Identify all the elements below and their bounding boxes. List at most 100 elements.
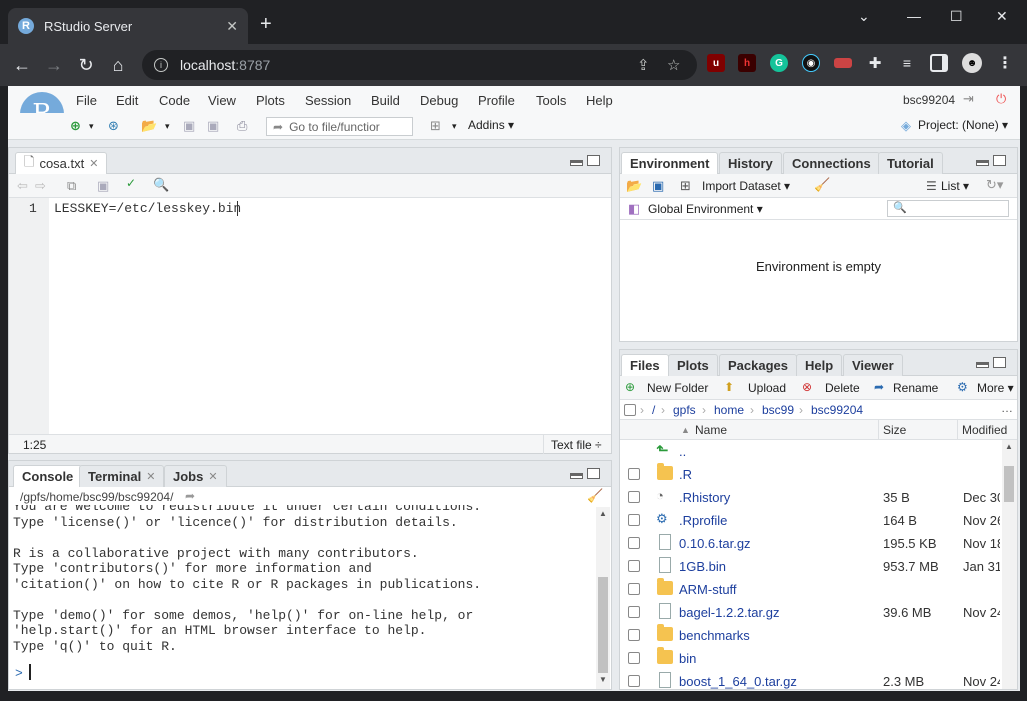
save-source-icon[interactable]: ▣ bbox=[97, 178, 109, 194]
share-icon[interactable]: ⇪ bbox=[637, 56, 650, 74]
menu-tools[interactable]: Tools bbox=[536, 93, 566, 108]
row-checkbox[interactable] bbox=[628, 537, 640, 549]
minimize-icon[interactable]: — bbox=[907, 8, 921, 24]
row-checkbox[interactable] bbox=[628, 560, 640, 572]
select-all-checkbox[interactable] bbox=[624, 404, 636, 416]
scroll-up-icon[interactable]: ▲ bbox=[599, 509, 607, 518]
side-panel-icon[interactable] bbox=[930, 54, 948, 72]
open-file-icon[interactable]: 📂 bbox=[141, 118, 157, 134]
tab-packages[interactable]: Packages bbox=[719, 354, 797, 376]
close-window-icon[interactable]: ✕ bbox=[996, 8, 1008, 25]
forward-icon[interactable]: → bbox=[42, 53, 66, 77]
row-checkbox[interactable] bbox=[628, 629, 640, 641]
table-row[interactable]: bin bbox=[620, 647, 1000, 670]
environment-minmax[interactable] bbox=[976, 155, 1006, 166]
table-row[interactable]: boost_1_64_0.tar.gz 2.3 MB Nov 24, bbox=[620, 670, 1000, 689]
breadcrumb-bsc99204[interactable]: bsc99204 bbox=[811, 403, 863, 417]
table-row[interactable]: ARM-stuff bbox=[620, 578, 1000, 601]
file-name[interactable]: benchmarks bbox=[679, 628, 750, 643]
col-name[interactable]: Name bbox=[695, 423, 727, 437]
tab-plots[interactable]: Plots bbox=[668, 354, 718, 376]
files-minmax[interactable] bbox=[976, 357, 1006, 368]
h-extension-icon[interactable]: h bbox=[738, 54, 756, 72]
browser-menu-icon[interactable]: ⋮ bbox=[996, 54, 1014, 72]
file-name[interactable]: 0.10.6.tar.gz bbox=[679, 536, 751, 551]
tab-connections[interactable]: Connections bbox=[783, 152, 880, 174]
new-folder-button[interactable]: New Folder bbox=[647, 381, 708, 395]
back-source-icon[interactable]: ⇦ bbox=[17, 178, 28, 194]
editor-minmax[interactable] bbox=[570, 155, 600, 166]
power-icon[interactable]: ⏻ bbox=[996, 91, 1006, 107]
extension-flag-icon[interactable] bbox=[834, 58, 852, 68]
editor-tab-cosa[interactable]: 🗋 cosa.txt ✕ bbox=[15, 152, 108, 174]
grammarly-icon[interactable]: G bbox=[770, 54, 788, 72]
files-scrollbar[interactable]: ▲ bbox=[1002, 440, 1017, 689]
menu-session[interactable]: Session bbox=[305, 93, 351, 108]
pane-layout-icon[interactable]: ⊞ bbox=[430, 118, 441, 134]
table-row[interactable]: ⬑ .. bbox=[620, 440, 1000, 463]
tab-console[interactable]: Console bbox=[13, 465, 83, 487]
menu-help[interactable]: Help bbox=[586, 93, 613, 108]
row-checkbox[interactable] bbox=[628, 675, 640, 687]
row-checkbox[interactable] bbox=[628, 468, 640, 480]
rename-button[interactable]: Rename bbox=[893, 381, 938, 395]
import-dataset-menu[interactable]: Import Dataset ▾ bbox=[702, 179, 790, 193]
row-checkbox[interactable] bbox=[628, 606, 640, 618]
clear-workspace-icon[interactable]: 🧹 bbox=[814, 177, 830, 193]
new-file-icon[interactable]: ⊕ bbox=[70, 118, 81, 134]
file-type-menu[interactable]: Text file ÷ bbox=[551, 438, 602, 452]
maximize-console-icon[interactable] bbox=[587, 468, 600, 479]
menu-edit[interactable]: Edit bbox=[116, 93, 138, 108]
reload-icon[interactable]: ↻ bbox=[74, 53, 98, 77]
editor-code-line[interactable]: LESSKEY=/etc/lesskey.bin bbox=[54, 201, 241, 216]
new-file-dropdown-icon[interactable]: ▾ bbox=[89, 121, 94, 132]
maximize-icon[interactable]: ☐ bbox=[950, 8, 963, 25]
bookmark-star-icon[interactable]: ☆ bbox=[667, 56, 680, 74]
files-scroll-thumb[interactable] bbox=[1004, 466, 1014, 502]
delete-button[interactable]: Delete bbox=[825, 381, 860, 395]
maximize-files-icon[interactable] bbox=[993, 357, 1006, 368]
close-editor-tab-icon[interactable]: ✕ bbox=[89, 157, 98, 170]
menu-profile[interactable]: Profile bbox=[478, 93, 515, 108]
back-icon[interactable]: ← bbox=[10, 53, 34, 77]
table-row[interactable]: bagel-1.2.2.tar.gz 39.6 MB Nov 24, bbox=[620, 601, 1000, 624]
console-scrollbar[interactable]: ▲ ▼ bbox=[596, 507, 610, 689]
menu-view[interactable]: View bbox=[208, 93, 236, 108]
more-menu[interactable]: More ▾ bbox=[977, 381, 1014, 395]
console-input[interactable] bbox=[29, 664, 31, 680]
browser-tab[interactable]: R RStudio Server ✕ bbox=[8, 8, 248, 44]
col-modified[interactable]: Modified bbox=[962, 423, 1007, 437]
tab-search-icon[interactable]: ⌄ bbox=[858, 8, 870, 25]
print-icon[interactable]: ⎙ bbox=[237, 118, 247, 134]
menu-build[interactable]: Build bbox=[371, 93, 400, 108]
goto-file-input[interactable]: ➦ Go to file/functior bbox=[266, 117, 413, 136]
file-name[interactable]: .Rprofile bbox=[679, 513, 727, 528]
row-checkbox[interactable] bbox=[628, 514, 640, 526]
signout-icon[interactable]: ⇥ bbox=[963, 91, 974, 107]
file-name[interactable]: ARM-stuff bbox=[679, 582, 737, 597]
go-to-directory-icon[interactable]: ➦ bbox=[185, 489, 195, 503]
home-icon[interactable]: ⌂ bbox=[106, 53, 130, 77]
row-checkbox[interactable] bbox=[628, 583, 640, 595]
save-all-icon[interactable]: ▣ bbox=[207, 118, 219, 134]
breadcrumb-gpfs[interactable]: gpfs bbox=[673, 403, 696, 417]
load-workspace-icon[interactable]: 📂 bbox=[626, 178, 642, 194]
breadcrumb-home[interactable]: home bbox=[714, 403, 744, 417]
menu-debug[interactable]: Debug bbox=[420, 93, 458, 108]
minimize-pane-icon[interactable] bbox=[570, 160, 583, 166]
extensions-puzzle-icon[interactable]: ✚ bbox=[866, 54, 884, 72]
tab-tutorial[interactable]: Tutorial bbox=[878, 152, 943, 174]
menu-plots[interactable]: Plots bbox=[256, 93, 285, 108]
row-checkbox[interactable] bbox=[628, 652, 640, 664]
breadcrumb-more-icon[interactable]: … bbox=[1001, 401, 1013, 415]
tab-jobs[interactable]: Jobs ✕ bbox=[164, 465, 227, 487]
file-name[interactable]: .. bbox=[679, 444, 686, 459]
close-jobs-icon[interactable]: ✕ bbox=[208, 470, 217, 483]
site-info-icon[interactable]: i bbox=[154, 58, 168, 72]
ublock-icon[interactable]: u bbox=[707, 54, 725, 72]
tab-help[interactable]: Help bbox=[796, 354, 843, 376]
tab-files[interactable]: Files bbox=[621, 354, 669, 376]
file-name[interactable]: bin bbox=[679, 651, 696, 666]
show-in-window-icon[interactable]: ⧉ bbox=[67, 178, 76, 194]
new-tab-icon[interactable]: + bbox=[260, 14, 272, 34]
